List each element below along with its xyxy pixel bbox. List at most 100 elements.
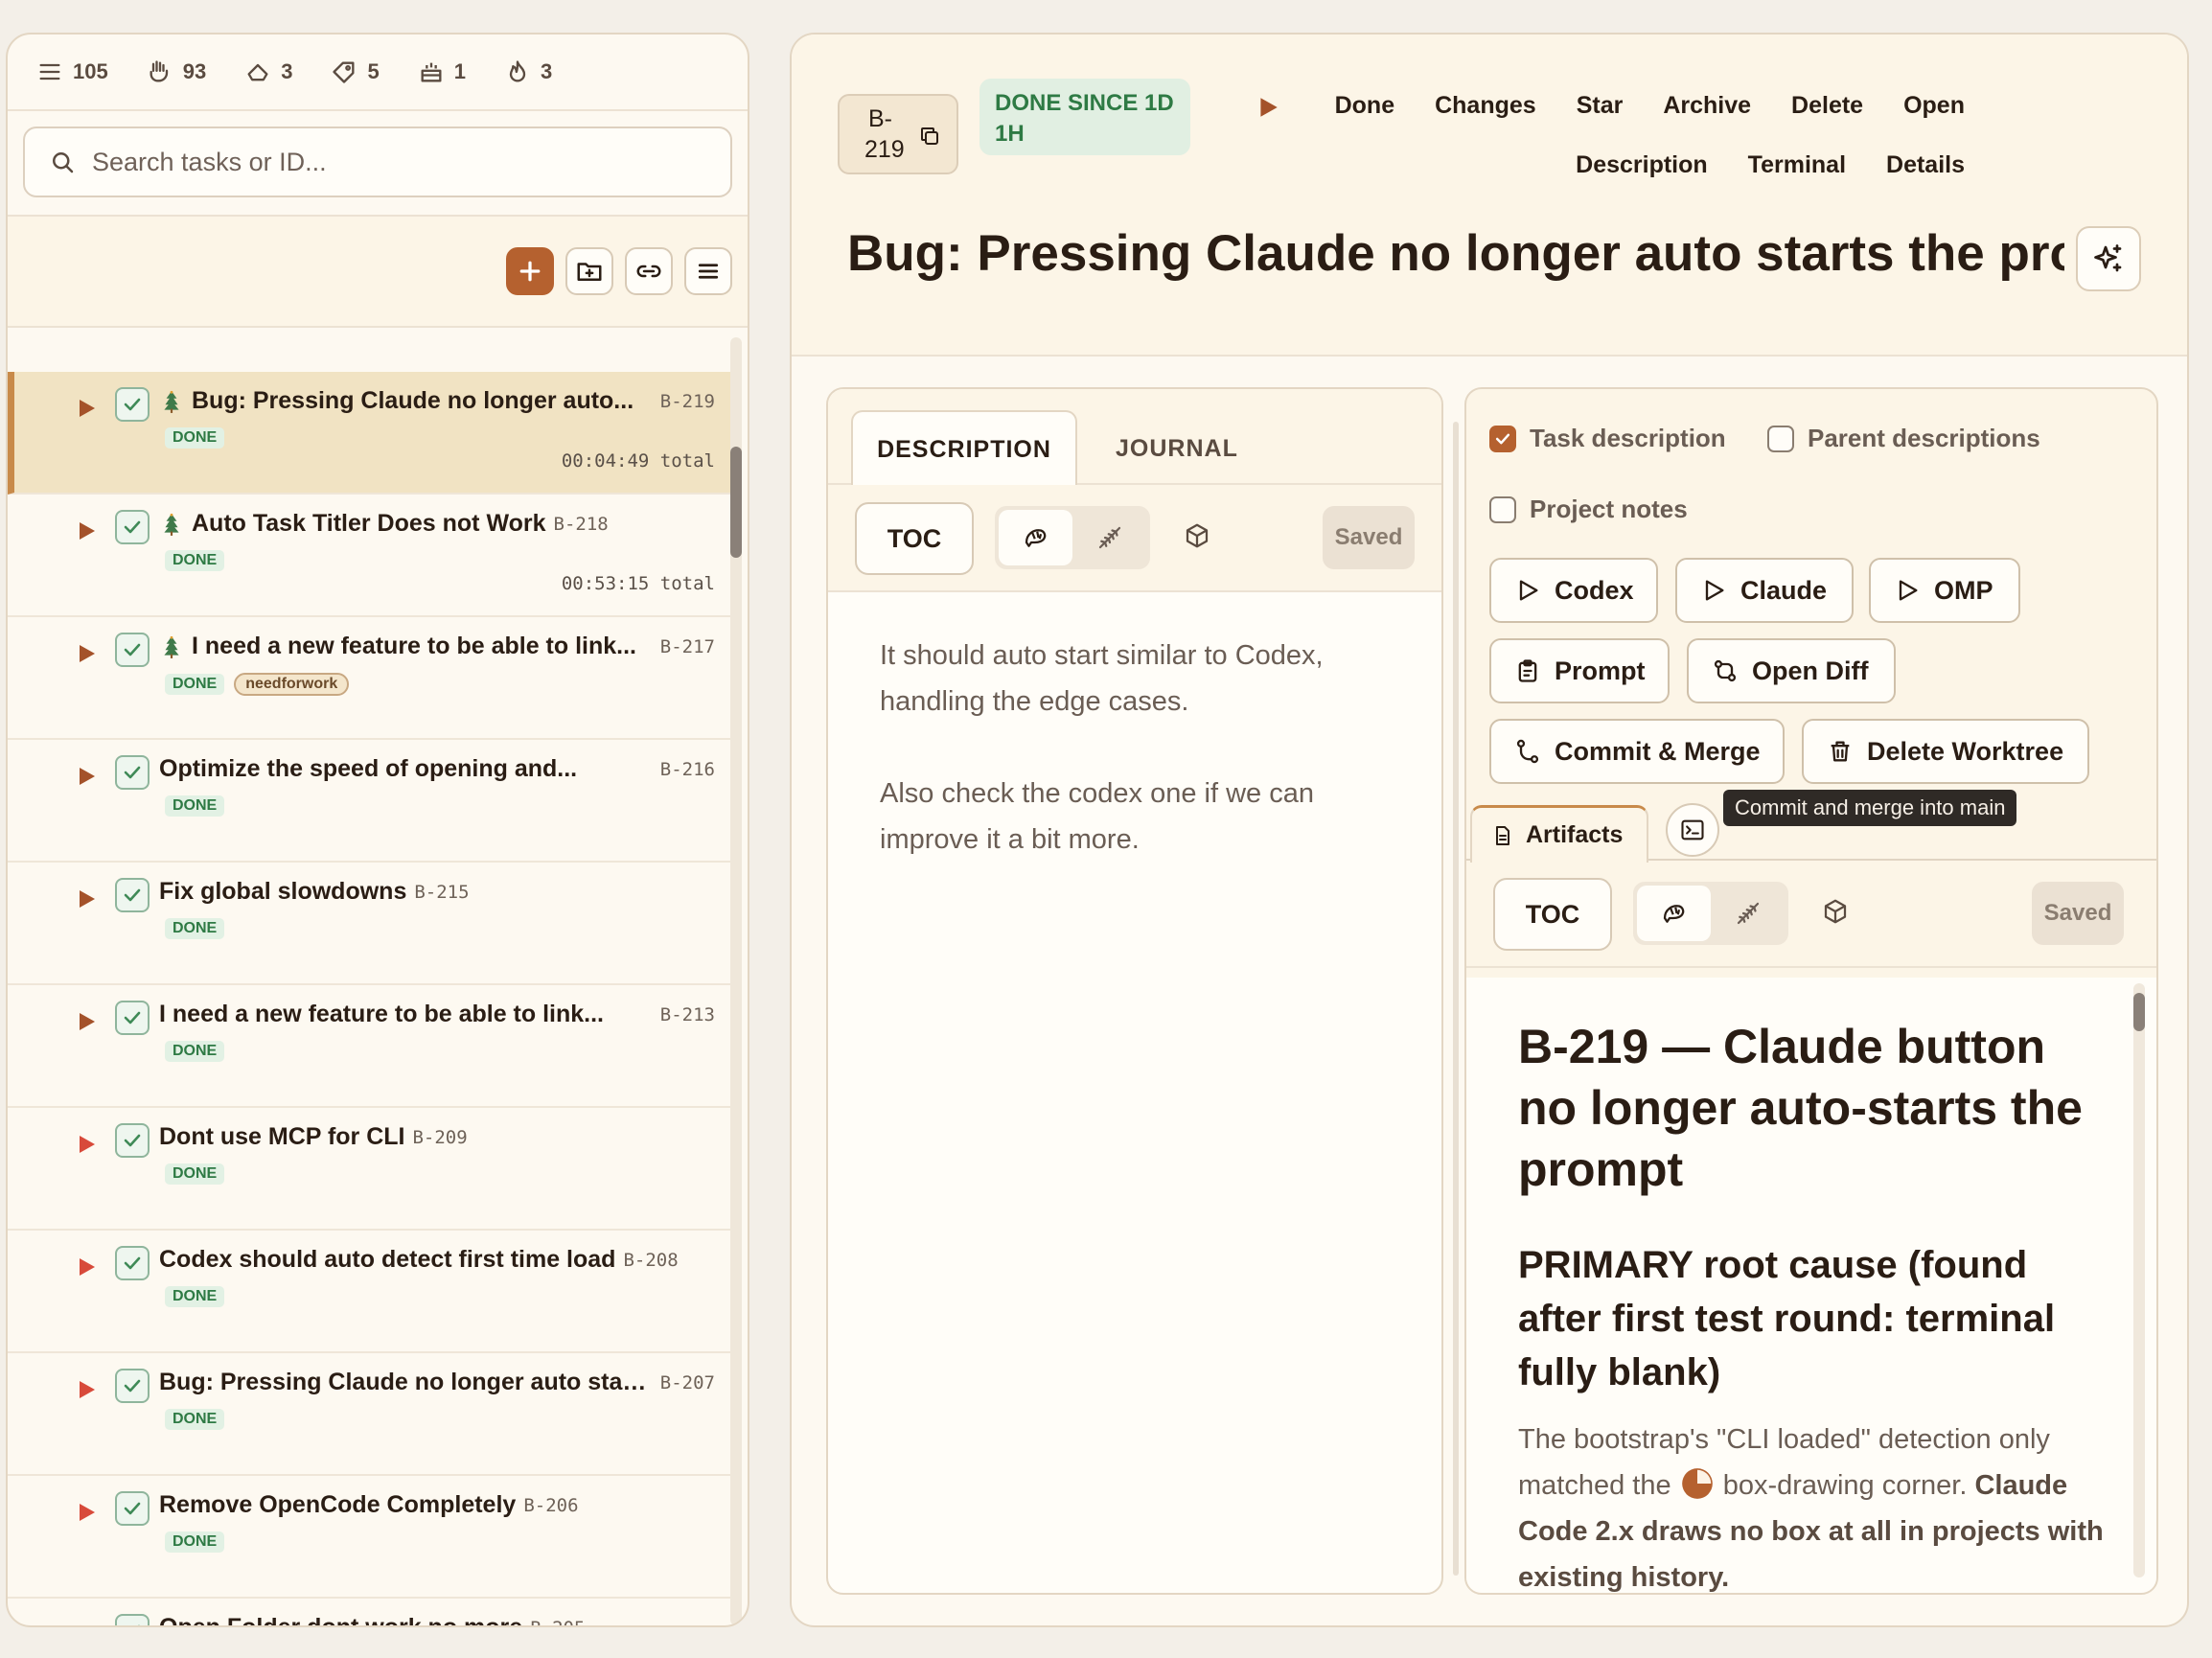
flame-icon <box>509 60 526 82</box>
task-description-checkbox[interactable] <box>1489 425 1516 452</box>
croissant-mode-button[interactable] <box>1637 886 1711 941</box>
open-action[interactable]: Open <box>1903 88 1965 123</box>
play-icon[interactable] <box>75 518 98 544</box>
page-title[interactable]: Bug: Pressing Claude no longer auto star… <box>847 224 2064 288</box>
tab-journal[interactable]: JOURNAL <box>1116 410 1238 487</box>
tab-description[interactable]: DESCRIPTION <box>851 410 1077 487</box>
wheat-mode-button[interactable] <box>1072 510 1146 565</box>
task-done-checkbox[interactable] <box>115 1123 150 1158</box>
task-description-toggle[interactable]: Task description <box>1489 424 1726 453</box>
task-done-checkbox[interactable] <box>115 1614 150 1625</box>
task-done-checkbox[interactable] <box>115 1491 150 1526</box>
task-id-chip[interactable]: B- 219 <box>838 94 958 174</box>
project-notes-toggle[interactable]: Project notes <box>1489 495 1688 524</box>
tag-badge[interactable]: needforwork <box>234 673 350 696</box>
changes-action[interactable]: Changes <box>1435 88 1536 123</box>
git-merge-icon <box>1516 739 1539 764</box>
task-title: Bug: Pressing Claude no longer auto... <box>192 387 634 414</box>
add-task-button[interactable] <box>506 247 554 295</box>
task-row[interactable]: Optimize the speed of opening and... B-21… <box>8 740 730 863</box>
wheat-mode-button[interactable] <box>1711 886 1785 941</box>
stat-tag[interactable]: 5 <box>331 58 380 85</box>
play-icon[interactable] <box>75 1254 98 1280</box>
commit-merge-button[interactable]: Commit & Merge <box>1489 719 1785 784</box>
search-input[interactable] <box>92 147 705 177</box>
details-action[interactable]: Details <box>1886 148 1965 182</box>
play-icon[interactable] <box>75 640 98 667</box>
play-icon[interactable] <box>75 1376 98 1403</box>
prompt-button[interactable]: Prompt <box>1489 638 1670 703</box>
task-row[interactable]: Bug: Pressing Claude no longer auto... B-… <box>8 372 730 495</box>
tab-terminal[interactable] <box>1666 803 1719 857</box>
task-row[interactable]: I need a new feature to be able to link.… <box>8 985 730 1108</box>
stat-cloud[interactable]: 3 <box>244 58 292 85</box>
star-action[interactable]: Star <box>1577 88 1624 123</box>
search-box[interactable] <box>23 127 732 197</box>
task-done-checkbox[interactable] <box>115 1001 150 1035</box>
artifact-content[interactable]: B-219 — Claude button no longer auto-sta… <box>1466 978 2156 1593</box>
play-icon[interactable] <box>75 886 98 912</box>
add-folder-button[interactable] <box>565 247 613 295</box>
toc-button[interactable]: TOC <box>855 502 974 575</box>
play-icon[interactable] <box>75 1499 98 1526</box>
menu-button[interactable] <box>684 247 732 295</box>
play-icon[interactable] <box>75 763 98 790</box>
wheat-icon <box>1737 902 1759 925</box>
task-title: I need a new feature to be able to link.… <box>192 633 636 659</box>
parent-descriptions-toggle[interactable]: Parent descriptions <box>1767 424 2040 453</box>
task-row[interactable]: Dont use MCP for CLI B-209 DONE <box>8 1108 730 1231</box>
sparkle-icon <box>2094 244 2122 272</box>
play-icon[interactable] <box>75 1622 98 1625</box>
project-notes-checkbox[interactable] <box>1489 495 1516 523</box>
stat-cake[interactable]: 1 <box>418 58 466 85</box>
cube-button[interactable] <box>1183 521 1211 550</box>
task-list-scrollbar[interactable] <box>730 337 742 1625</box>
croissant-mode-button[interactable] <box>999 510 1072 565</box>
description-body[interactable]: It should auto start similar to Codex, h… <box>828 592 1441 863</box>
task-row[interactable]: Bug: Pressing Claude no longer auto star… <box>8 1353 730 1476</box>
task-row[interactable]: I need a new feature to be able to link.… <box>8 617 730 740</box>
claude-button[interactable]: Claude <box>1675 558 1854 623</box>
task-done-checkbox[interactable] <box>115 755 150 790</box>
croissant-icon <box>1025 529 1046 547</box>
trash-icon <box>1831 741 1850 762</box>
done-action[interactable]: Done <box>1335 88 1395 123</box>
ai-title-button[interactable] <box>2076 226 2141 291</box>
link-button[interactable] <box>625 247 673 295</box>
play-icon[interactable] <box>75 1008 98 1035</box>
delete-action[interactable]: Delete <box>1791 88 1863 123</box>
delete-worktree-button[interactable]: Delete Worktree <box>1802 719 2089 784</box>
artifact-toc-button[interactable]: TOC <box>1493 878 1612 951</box>
terminal-action[interactable]: Terminal <box>1748 148 1846 182</box>
artifact-scrollbar-thumb[interactable] <box>2133 993 2145 1031</box>
pane-resizer[interactable] <box>1453 422 1459 1576</box>
play-icon[interactable] <box>75 1131 98 1158</box>
open-diff-button[interactable]: Open Diff <box>1687 638 1896 703</box>
artifact-cube-button[interactable] <box>1821 897 1850 926</box>
task-done-checkbox[interactable] <box>115 510 150 544</box>
codex-button[interactable]: Codex <box>1489 558 1658 623</box>
task-done-checkbox[interactable] <box>115 633 150 667</box>
parent-descriptions-checkbox[interactable] <box>1767 425 1794 452</box>
task-row[interactable]: Remove OpenCode Completely B-206 DONE <box>8 1476 730 1599</box>
task-row[interactable]: Auto Task Titler Does not Work B-218 DONE 0… <box>8 495 730 617</box>
play-icon[interactable] <box>75 395 98 422</box>
tab-artifacts[interactable]: Artifacts <box>1470 805 1648 863</box>
task-row[interactable]: Fix global slowdowns B-215 DONE <box>8 863 730 985</box>
stat-total[interactable]: 105 <box>36 58 108 85</box>
task-row[interactable]: Codex should auto detect first time load… <box>8 1231 730 1353</box>
task-row[interactable]: Open Folder dont work no moreB-205DONE <box>8 1599 730 1625</box>
description-card: DESCRIPTION JOURNAL TOC Saved It should … <box>826 387 1443 1595</box>
description-action[interactable]: Description <box>1576 148 1708 182</box>
task-done-checkbox[interactable] <box>115 1246 150 1280</box>
task-done-checkbox[interactable] <box>115 878 150 912</box>
stat-flame[interactable]: 3 <box>504 58 552 85</box>
archive-action[interactable]: Archive <box>1663 88 1751 123</box>
artifact-scrollbar[interactable] <box>2133 983 2145 1577</box>
task-done-checkbox[interactable] <box>115 1369 150 1403</box>
time-total: 00:53:15 total <box>561 573 715 594</box>
omp-button[interactable]: OMP <box>1869 558 2020 623</box>
scrollbar-thumb[interactable] <box>730 447 742 558</box>
stat-hand[interactable]: 93 <box>147 58 206 85</box>
task-done-checkbox[interactable] <box>115 387 150 422</box>
